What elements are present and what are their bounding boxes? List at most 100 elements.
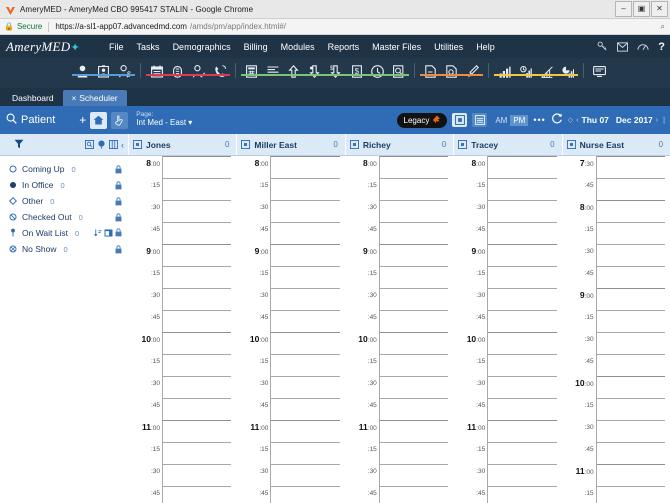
trend-up-icon[interactable] [536,58,557,82]
menu-item-modules[interactable]: Modules [281,42,315,52]
next-day-button[interactable]: › [656,117,658,124]
am-pm-toggle[interactable]: AM PM [492,114,529,126]
appointment-slot[interactable] [271,442,339,464]
legacy-button[interactable]: Legacy [396,112,448,128]
sort-icon[interactable] [94,224,102,242]
sidebar-item-on-wait-list[interactable]: On Wait List 0 [0,225,128,241]
slot-grid[interactable] [487,156,557,503]
appointment-slot[interactable] [488,420,556,442]
appointment-slot[interactable] [271,310,339,332]
appointment-slot[interactable] [597,288,665,310]
appointment-slot[interactable] [597,222,665,244]
page-selector[interactable]: Page: Int Med - East ▾ [136,112,192,127]
appointment-slot[interactable] [271,156,339,178]
column-header-nurse-east[interactable]: Nurse East 0 [561,134,670,155]
column-header-jones[interactable]: Jones 0 [128,134,236,155]
appointment-slot[interactable] [380,332,448,354]
appointment-slot[interactable] [488,442,556,464]
appointment-slot[interactable] [163,354,231,376]
envelope-icon[interactable] [617,41,629,52]
appointment-slot[interactable] [488,332,556,354]
column-header-richey[interactable]: Richey 0 [344,134,453,155]
chart-clock-icon[interactable] [515,58,536,82]
appointment-slot[interactable] [163,178,231,200]
appointment-slot[interactable] [163,464,231,486]
paint-icon[interactable] [462,58,483,82]
schedule-column[interactable]: 8:00:15:30:45 9:00:15:30:45 10:00:15:30:45… [128,156,236,503]
schedule-column[interactable]: 8:00:15:30:45 9:00:15:30:45 10:00:15:30:45… [236,156,344,503]
appointment-slot[interactable] [163,486,231,503]
end-date-button[interactable]: ❘ [661,116,667,124]
calendar-icon[interactable] [146,58,167,82]
appointment-slot[interactable] [380,354,448,376]
appointment-slot[interactable] [271,200,339,222]
appointment-slot[interactable] [488,244,556,266]
appointment-slot[interactable] [488,464,556,486]
lock-icon[interactable] [115,180,122,190]
appointment-slot[interactable] [163,288,231,310]
am-segment[interactable]: AM [492,115,510,126]
close-button[interactable]: ✕ [651,1,668,17]
magnifier-icon[interactable]: ⌕ [661,22,665,32]
appointment-slot[interactable] [488,310,556,332]
patient-search[interactable]: Patient [0,111,55,129]
clipboard-icon[interactable] [167,58,188,82]
menu-item-master-files[interactable]: Master Files [372,42,421,52]
help-question-icon[interactable]: ? [658,41,665,53]
funnel-icon[interactable] [0,136,24,154]
appointment-slot[interactable] [380,420,448,442]
list-icon[interactable] [262,58,283,82]
appointment-slot[interactable] [380,310,448,332]
column-header-miller-east[interactable]: Miller East 0 [236,134,344,155]
appointment-slot[interactable] [163,332,231,354]
schedule-column[interactable]: 7:30:45 8:00:15:30:45 9:00:15:30:45 10:00:1… [562,156,670,503]
schedule-column[interactable]: 8:00:15:30:45 9:00:15:30:45 10:00:15:30:45… [453,156,561,503]
appointment-slot[interactable] [597,464,665,486]
appointment-slot[interactable] [488,486,556,503]
slot-grid[interactable] [595,156,666,503]
arrow-up-icon[interactable] [283,58,304,82]
appointment-slot[interactable] [380,486,448,503]
appointment-slot[interactable] [271,486,339,503]
doc-search-icon[interactable] [441,58,462,82]
appointment-slot[interactable] [488,376,556,398]
appointment-slot[interactable] [380,244,448,266]
lock-icon[interactable] [115,164,122,174]
menu-item-reports[interactable]: Reports [328,42,360,52]
appointment-slot[interactable] [163,156,231,178]
menu-item-utilities[interactable]: Utilities [434,42,463,52]
appointment-slot[interactable] [380,288,448,310]
menu-item-file[interactable]: File [109,42,124,52]
person-icon[interactable] [72,58,93,82]
appointment-slot[interactable] [597,442,665,464]
current-month-label[interactable]: Dec 2017 [616,115,653,125]
more-options-button[interactable]: ••• [533,115,545,125]
single-view-button[interactable] [452,113,468,127]
refresh-icon[interactable] [551,111,563,129]
id-card-icon[interactable] [93,58,114,82]
pointer-hand-button[interactable] [111,111,129,129]
calculator-icon[interactable] [241,58,262,82]
minimize-button[interactable]: – [615,1,632,17]
appointment-slot[interactable] [271,464,339,486]
appointment-slot[interactable] [488,222,556,244]
appointment-slot[interactable] [271,288,339,310]
appointment-slot[interactable] [271,398,339,420]
tab-scheduler[interactable]: × Scheduler [62,90,127,106]
appointment-slot[interactable] [163,420,231,442]
slot-grid[interactable] [378,156,449,503]
appointment-slot[interactable] [163,398,231,420]
appointment-slot[interactable] [597,354,665,376]
appointment-slot[interactable] [597,420,665,442]
appointment-slot[interactable] [597,310,665,332]
home-button[interactable] [90,111,108,129]
provider-toggle-icon[interactable] [241,136,251,154]
arrow-down-person-icon[interactable] [304,58,325,82]
lock-icon[interactable] [115,196,122,206]
lock-icon[interactable] [115,224,122,242]
phone-icon[interactable] [209,58,230,82]
appointment-slot[interactable] [597,200,665,222]
sidebar-item-coming-up[interactable]: Coming Up 0 [0,161,128,177]
sidebar-item-checked-out[interactable]: Checked Out 0 [0,209,128,225]
panel-icon[interactable] [109,136,118,154]
